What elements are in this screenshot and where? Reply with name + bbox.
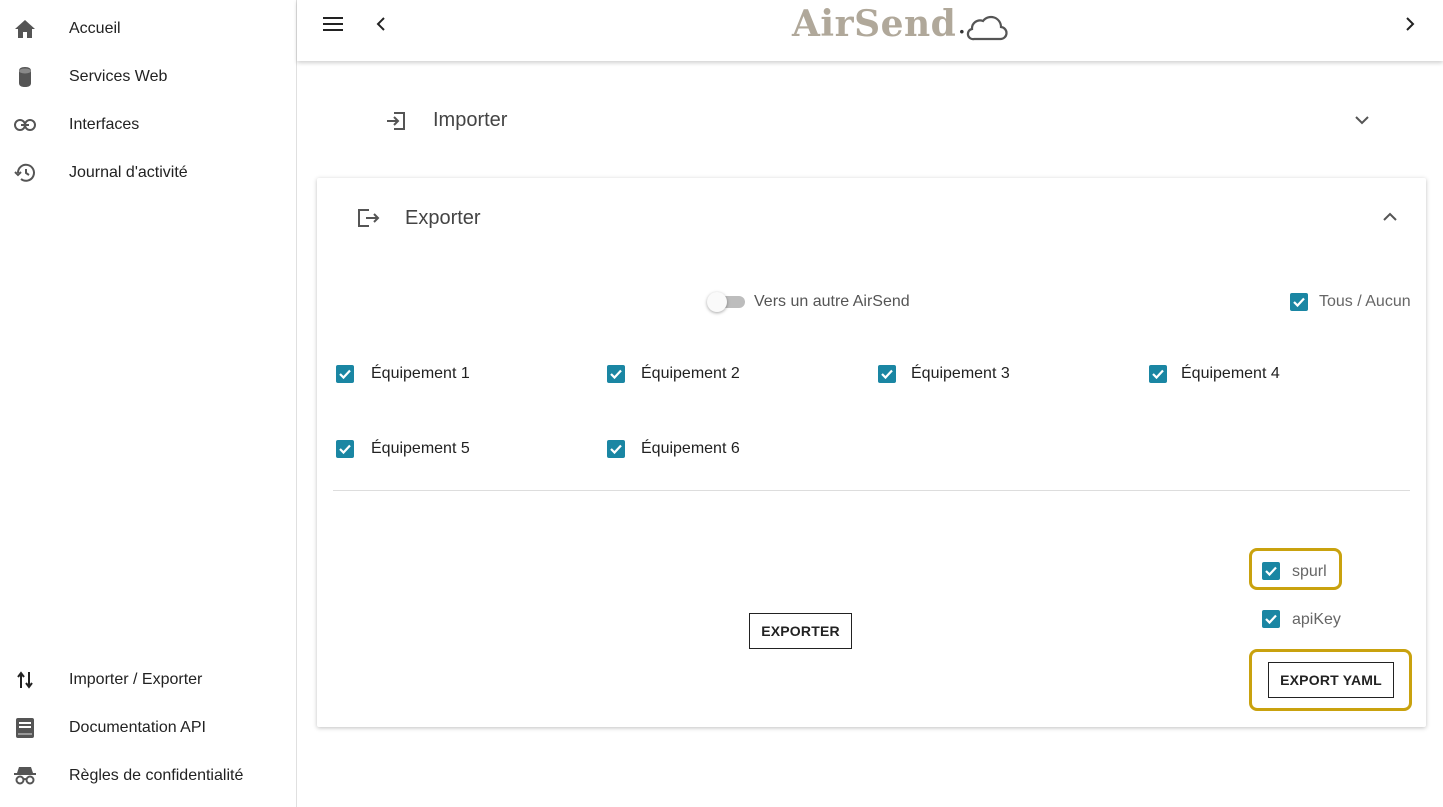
sidebar-item-interfaces[interactable]: Interfaces — [0, 101, 296, 149]
incognito-icon — [13, 764, 37, 788]
exporter-panel: Exporter Vers un autre AirSend Tous / Au… — [317, 178, 1426, 727]
device-label-5: Équipement 5 — [371, 440, 470, 457]
login-icon — [387, 112, 405, 130]
device-label-1: Équipement 1 — [371, 365, 470, 382]
sidebar-item-label: Interfaces — [69, 116, 140, 133]
hamburger-icon — [323, 17, 343, 31]
all-none-label: Tous / Aucun — [1319, 293, 1411, 310]
check-icon — [1152, 369, 1164, 380]
exporter-title: Exporter — [405, 207, 481, 229]
import-export-icon — [13, 668, 37, 692]
device-checkbox-6[interactable] — [607, 440, 625, 458]
device-checkbox-2[interactable] — [607, 365, 625, 383]
database-icon — [13, 65, 37, 89]
chevron-left-icon — [376, 17, 385, 31]
apikey-label: apiKey — [1292, 611, 1341, 628]
sidebar-item-label: Règles de confidentialité — [69, 767, 244, 784]
device-label-6: Équipement 6 — [641, 440, 740, 457]
divider — [333, 490, 1410, 491]
logo-suffix: . — [957, 7, 967, 40]
sidebar-item-confidentialite[interactable]: Règles de confidentialité — [0, 752, 296, 800]
check-icon — [610, 444, 622, 455]
check-icon — [339, 444, 351, 455]
logo-text: AirSend — [792, 3, 957, 45]
device-label-3: Équipement 3 — [911, 365, 1010, 382]
airsend-logo: AirSend . — [792, 4, 1008, 44]
link-icon — [13, 113, 37, 137]
sidebar: Accueil Services Web Interfaces Journal … — [0, 0, 297, 807]
sidebar-item-services-web[interactable]: Services Web — [0, 53, 296, 101]
spurl-checkbox[interactable] — [1262, 562, 1280, 580]
chevron-right-icon — [1406, 17, 1415, 31]
device-checkbox-3[interactable] — [878, 365, 896, 383]
sidebar-item-accueil[interactable]: Accueil — [0, 5, 296, 53]
chevron-up-icon — [1383, 212, 1397, 221]
sidebar-item-label: Importer / Exporter — [69, 671, 203, 688]
sidebar-item-documentation[interactable]: Documentation API — [0, 704, 296, 752]
toggle-knob — [707, 292, 727, 312]
sidebar-item-label: Services Web — [69, 68, 168, 85]
all-none-checkbox[interactable] — [1290, 293, 1308, 311]
check-icon — [1265, 614, 1277, 625]
sidebar-item-label: Journal d'activité — [69, 164, 188, 181]
exporter-button[interactable]: EXPORTER — [749, 613, 852, 649]
sidebar-item-label: Documentation API — [69, 719, 206, 736]
app-header: AirSend . — [297, 0, 1443, 61]
toggle-label: Vers un autre AirSend — [754, 293, 910, 310]
device-label-2: Équipement 2 — [641, 365, 740, 382]
sidebar-item-label: Accueil — [69, 20, 121, 37]
device-checkbox-5[interactable] — [336, 440, 354, 458]
exporter-panel-header[interactable]: Exporter — [317, 178, 1426, 258]
sidebar-item-journal[interactable]: Journal d'activité — [0, 149, 296, 197]
export-yaml-button[interactable]: EXPORT YAML — [1268, 662, 1394, 698]
history-icon — [13, 161, 37, 185]
home-icon — [13, 17, 37, 41]
device-checkbox-1[interactable] — [336, 365, 354, 383]
chevron-down-icon — [1355, 116, 1369, 125]
other-airsend-toggle[interactable] — [707, 291, 745, 313]
cloud-icon — [967, 15, 1008, 41]
check-icon — [881, 369, 893, 380]
forward-button[interactable] — [1398, 12, 1422, 36]
device-checkbox-4[interactable] — [1149, 365, 1167, 383]
check-icon — [1265, 566, 1277, 577]
spurl-label: spurl — [1292, 563, 1327, 580]
importer-title: Importer — [433, 109, 508, 131]
menu-button[interactable] — [321, 12, 345, 36]
check-icon — [610, 369, 622, 380]
check-icon — [339, 369, 351, 380]
importer-panel-header[interactable]: Importer — [297, 90, 1443, 152]
back-button[interactable] — [369, 12, 393, 36]
device-label-4: Équipement 4 — [1181, 365, 1280, 382]
logout-icon — [358, 209, 380, 227]
apikey-checkbox[interactable] — [1262, 610, 1280, 628]
book-icon — [13, 716, 37, 740]
check-icon — [1293, 297, 1305, 308]
sidebar-item-import-export[interactable]: Importer / Exporter — [0, 656, 296, 704]
